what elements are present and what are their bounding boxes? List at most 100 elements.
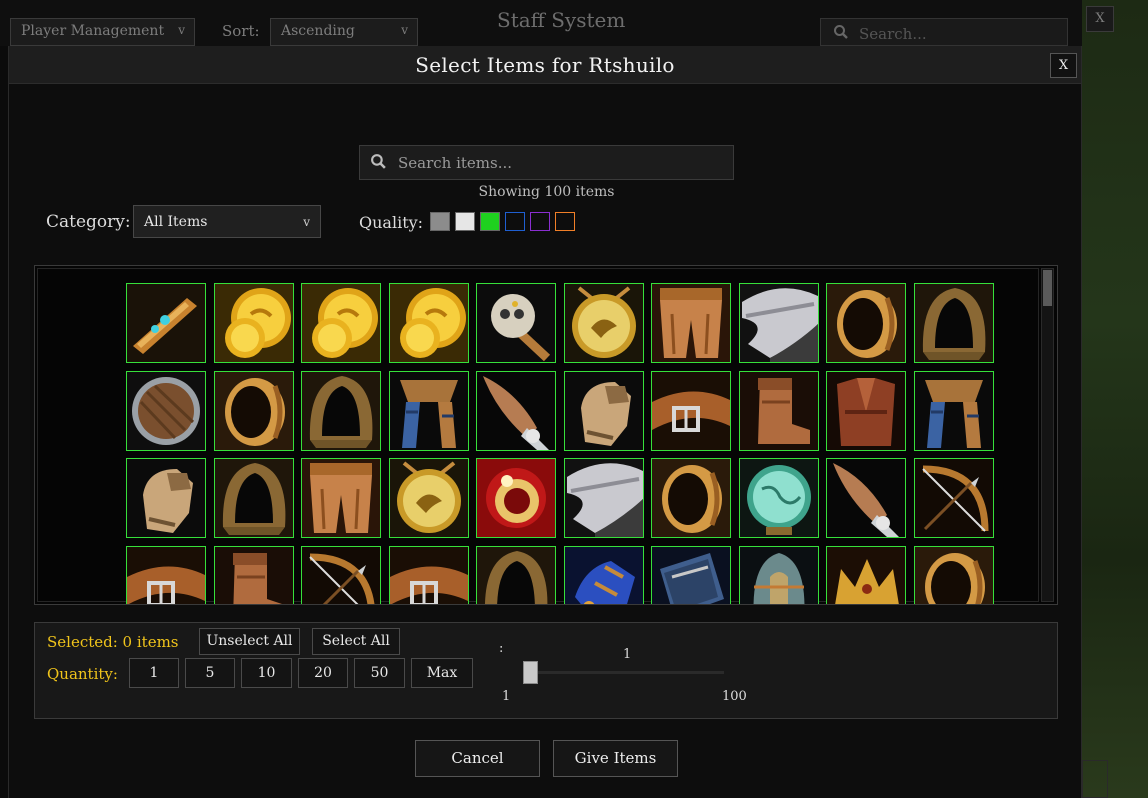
hood-item-icon	[914, 284, 993, 362]
gold-coins-item-icon	[389, 284, 468, 362]
horn-item-icon	[127, 284, 205, 362]
item-slot[interactable]	[913, 458, 994, 538]
selection-panel: Selected: 0 items Unselect All Select Al…	[34, 622, 1058, 719]
item-slot[interactable]	[301, 545, 381, 604]
bronze-bracer-item-icon	[827, 284, 905, 362]
item-slot[interactable]	[126, 370, 206, 451]
item-slot[interactable]	[213, 545, 294, 604]
quality-filter-common[interactable]	[455, 212, 475, 231]
item-slot[interactable]	[826, 458, 906, 538]
player-management-dropdown[interactable]: Player Management v	[10, 18, 195, 46]
quantity-50-button[interactable]: 50	[354, 658, 405, 688]
quantity-20-button[interactable]: 20	[298, 658, 348, 688]
modal-close-button[interactable]: X	[1050, 53, 1077, 78]
quality-filter-rare[interactable]	[505, 212, 525, 231]
quality-filter-legendary[interactable]	[555, 212, 575, 231]
item-grid-scrollbar[interactable]	[1041, 268, 1054, 602]
skull-scepter-item-icon	[477, 284, 555, 362]
item-slot[interactable]	[388, 458, 469, 538]
item-slot[interactable]	[738, 458, 819, 538]
chevron-down-icon: v	[303, 215, 310, 229]
item-slot[interactable]	[651, 283, 731, 363]
select-all-button[interactable]: Select All	[312, 628, 400, 655]
cloth-shoulder-item-icon	[564, 459, 643, 537]
item-slot[interactable]	[213, 283, 294, 363]
scarf-item-icon	[389, 371, 468, 450]
blue-glove-item-icon	[564, 546, 643, 604]
chevron-down-icon: v	[178, 23, 185, 37]
item-slot[interactable]	[913, 545, 994, 604]
item-search-box	[359, 145, 734, 180]
item-slot[interactable]	[913, 370, 994, 451]
item-slot[interactable]	[476, 370, 556, 451]
scrollbar-thumb[interactable]	[1043, 270, 1052, 306]
background-corner-frame	[1082, 760, 1108, 798]
cancel-button[interactable]: Cancel	[415, 740, 540, 777]
item-slot[interactable]	[126, 283, 206, 363]
leather-boot-item-icon	[739, 371, 818, 450]
item-slot[interactable]	[826, 545, 906, 604]
item-slot[interactable]	[126, 458, 206, 538]
quality-filter-epic[interactable]	[530, 212, 550, 231]
sort-dropdown[interactable]: Ascending v	[270, 18, 418, 46]
item-slot[interactable]	[213, 370, 294, 451]
item-slot[interactable]	[563, 283, 644, 363]
background-close-button[interactable]: X	[1086, 6, 1114, 32]
gold-coins-item-icon	[214, 284, 293, 362]
item-slot[interactable]	[476, 283, 556, 363]
quantity-slider-track[interactable]	[529, 671, 724, 674]
item-slot[interactable]	[388, 370, 469, 451]
item-slot[interactable]	[301, 283, 381, 363]
unselect-all-button[interactable]: Unselect All	[199, 628, 300, 655]
item-slot[interactable]	[738, 370, 819, 451]
item-slot[interactable]	[913, 283, 994, 363]
item-slot[interactable]	[563, 545, 644, 604]
gold-ring-item-icon	[477, 459, 555, 537]
item-slot[interactable]	[826, 283, 906, 363]
leather-leggings-item-icon	[302, 459, 380, 537]
quality-label: Quality:	[359, 213, 424, 232]
background-title: Staff System	[497, 8, 626, 32]
quantity-10-button[interactable]: 10	[241, 658, 292, 688]
item-slot[interactable]	[126, 545, 206, 604]
item-slot[interactable]	[388, 545, 469, 604]
item-grid	[34, 265, 1058, 605]
gold-medallion-item-icon	[564, 284, 643, 362]
item-slot[interactable]	[826, 370, 906, 451]
item-slot[interactable]	[563, 370, 644, 451]
item-slot[interactable]	[738, 545, 819, 604]
item-slot[interactable]	[213, 458, 294, 538]
modal-header: Select Items for Rtshuilo X	[9, 46, 1081, 84]
item-slot[interactable]	[651, 370, 731, 451]
item-slot[interactable]	[476, 458, 556, 538]
quantity-5-button[interactable]: 5	[185, 658, 235, 688]
item-slot[interactable]	[738, 283, 819, 363]
category-dropdown[interactable]: All Items v	[133, 205, 321, 238]
golden-crown-item-icon	[827, 546, 905, 604]
bronze-bracer-item-icon	[652, 459, 730, 537]
quantity-max-button[interactable]: Max	[411, 658, 473, 688]
showing-count: Showing 100 items	[478, 184, 615, 200]
quantity-1-button[interactable]: 1	[129, 658, 179, 688]
leather-armor-item-icon	[827, 371, 905, 450]
item-slot[interactable]	[388, 283, 469, 363]
round-shield-item-icon	[127, 371, 205, 450]
belt-item-icon	[652, 371, 730, 450]
slider-min: 1	[502, 689, 511, 704]
item-slot[interactable]	[301, 370, 381, 451]
item-slot[interactable]	[476, 545, 556, 604]
gold-coins-item-icon	[302, 284, 380, 362]
quality-filter-poor[interactable]	[430, 212, 450, 231]
item-slot[interactable]	[301, 458, 381, 538]
item-slot[interactable]	[651, 545, 731, 604]
background-search-input[interactable]: Search...	[820, 18, 1068, 46]
give-items-button[interactable]: Give Items	[553, 740, 678, 777]
bow-item-icon	[914, 459, 993, 537]
item-slot[interactable]	[563, 458, 644, 538]
item-slot[interactable]	[651, 458, 731, 538]
spellbook-item-icon	[652, 546, 730, 604]
quantity-slider-thumb[interactable]	[523, 661, 538, 684]
belt-item-icon	[127, 546, 205, 604]
quality-filter-uncommon[interactable]	[480, 212, 500, 231]
item-search-input[interactable]	[396, 151, 726, 175]
